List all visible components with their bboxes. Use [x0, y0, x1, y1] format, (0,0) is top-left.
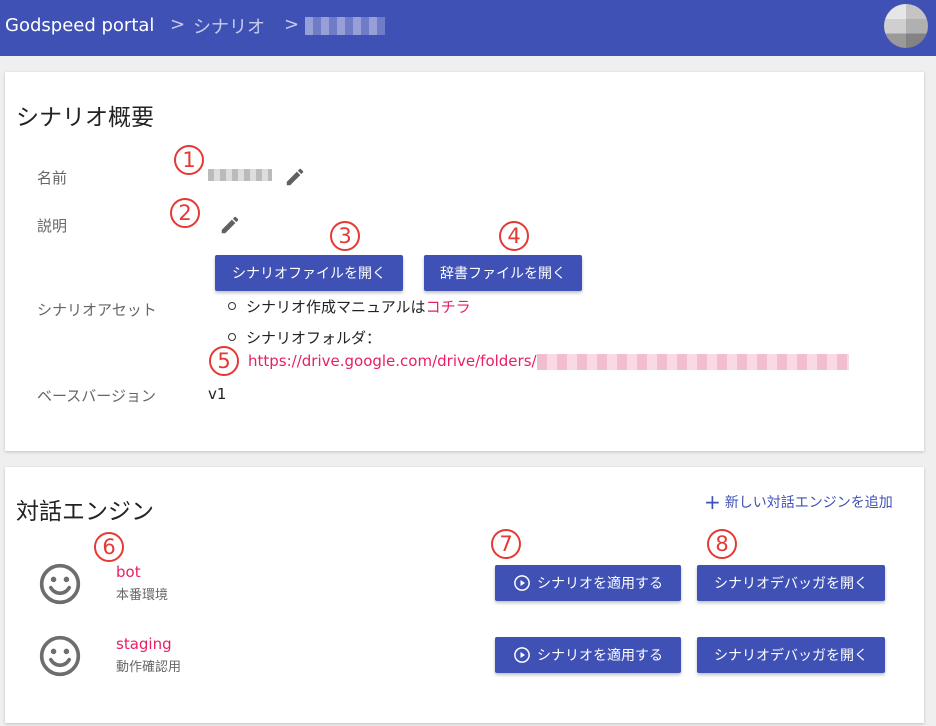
- breadcrumb-scenario[interactable]: シナリオ: [193, 13, 265, 39]
- base-version-label: ベースバージョン: [37, 387, 156, 405]
- scenario-name-redacted: [208, 169, 272, 181]
- description-label: 説明: [37, 217, 68, 235]
- overview-title: シナリオ概要: [16, 105, 154, 131]
- smiley-icon: [39, 635, 81, 677]
- engine-name-bot[interactable]: bot: [116, 563, 141, 581]
- manual-item: シナリオ作成マニュアルはコチラ: [228, 296, 849, 317]
- bullet-icon: [228, 302, 236, 310]
- add-engine-button[interactable]: + 新しい対話エンジンを追加: [704, 492, 893, 512]
- folder-url-link[interactable]: https://drive.google.com/drive/folders/: [248, 352, 537, 370]
- engine-name-staging[interactable]: staging: [116, 635, 172, 653]
- breadcrumb-separator: >: [170, 14, 186, 35]
- annotation-8: 8: [707, 529, 737, 559]
- annotation-2: 2: [170, 198, 200, 228]
- folder-text: シナリオフォルダ：: [246, 329, 382, 347]
- brand-link[interactable]: Godspeed portal: [5, 15, 154, 36]
- annotation-5: 5: [209, 346, 239, 376]
- assets-label: シナリオアセット: [37, 301, 157, 319]
- play-circle-icon: [514, 575, 530, 591]
- smiley-icon: [39, 563, 81, 605]
- annotation-3: 3: [330, 221, 360, 251]
- edit-description-icon[interactable]: [219, 214, 241, 236]
- edit-name-icon[interactable]: [284, 166, 306, 188]
- annotation-1: 1: [174, 145, 204, 175]
- engine-description-bot: 本番環境: [116, 588, 169, 603]
- user-avatar[interactable]: [884, 4, 928, 48]
- annotation-4: 4: [499, 221, 529, 251]
- breadcrumb-separator: >: [284, 14, 300, 35]
- open-debugger-button-bot[interactable]: シナリオデバッガを開く: [697, 565, 885, 601]
- bullet-icon: [228, 333, 236, 341]
- annotation-7: 7: [491, 529, 521, 559]
- apply-scenario-button-staging[interactable]: シナリオを適用する: [495, 637, 681, 673]
- apply-scenario-label: シナリオを適用する: [537, 576, 663, 592]
- folder-url-redacted: [536, 353, 849, 370]
- manual-link[interactable]: コチラ: [426, 298, 471, 316]
- annotation-6: 6: [94, 532, 124, 562]
- play-circle-icon: [514, 647, 530, 663]
- asset-list: シナリオ作成マニュアルはコチラ シナリオフォルダ： https://drive.…: [228, 296, 849, 370]
- open-dictionary-file-button[interactable]: 辞書ファイルを開く: [424, 255, 582, 291]
- apply-scenario-button-bot[interactable]: シナリオを適用する: [495, 565, 681, 601]
- folder-url-row: https://drive.google.com/drive/folders/: [248, 352, 849, 370]
- open-debugger-button-staging[interactable]: シナリオデバッガを開く: [697, 637, 885, 673]
- add-engine-label: 新しい対話エンジンを追加: [724, 495, 893, 511]
- apply-scenario-label: シナリオを適用する: [537, 648, 663, 664]
- name-label: 名前: [37, 169, 68, 187]
- app-header: Godspeed portal > シナリオ >: [0, 0, 936, 56]
- folder-item: シナリオフォルダ：: [228, 327, 849, 348]
- plus-icon: +: [704, 490, 721, 514]
- engines-title: 対話エンジン: [16, 499, 154, 525]
- open-scenario-file-button[interactable]: シナリオファイルを開く: [215, 255, 403, 291]
- base-version-value: v1: [208, 385, 227, 403]
- manual-text: シナリオ作成マニュアルは: [246, 298, 426, 316]
- engine-description-staging: 動作確認用: [116, 660, 182, 675]
- breadcrumb-current-redacted: [305, 17, 385, 35]
